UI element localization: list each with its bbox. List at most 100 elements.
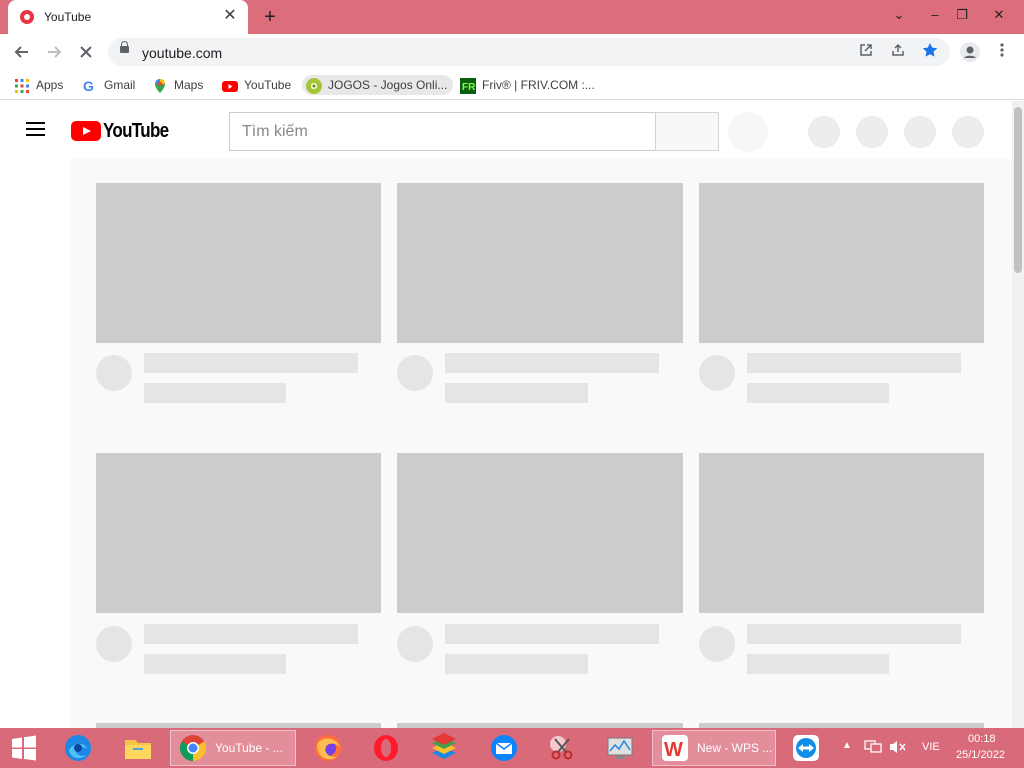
bookmarks-bar: Apps G Gmail Maps YouTube JOGOS - Jogos O…: [0, 70, 1024, 100]
taskbar-firefox[interactable]: [306, 730, 350, 766]
youtube-logo-text: YouTube: [103, 120, 169, 142]
video-meta-placeholder: [144, 383, 286, 403]
svg-text:W: W: [664, 739, 683, 761]
clock-time[interactable]: 00:18: [968, 733, 996, 745]
youtube-play-icon: [71, 121, 101, 141]
bookmark-apps[interactable]: Apps: [14, 75, 63, 95]
video-meta-placeholder: [445, 654, 588, 674]
bookmark-star-icon[interactable]: [920, 42, 940, 62]
volume-muted-icon[interactable]: [888, 739, 906, 758]
video-thumbnail-placeholder[interactable]: [96, 183, 381, 343]
video-thumbnail-placeholder[interactable]: [699, 183, 984, 343]
bookmark-label: YouTube: [244, 78, 292, 92]
start-button[interactable]: [2, 730, 46, 766]
voice-search-placeholder[interactable]: [728, 112, 768, 152]
stop-loading-button[interactable]: [72, 38, 100, 66]
url-text: youtube.com: [142, 45, 223, 61]
browser-tab-youtube[interactable]: YouTube ✕: [8, 0, 248, 34]
share-icon[interactable]: [888, 42, 908, 62]
header-icon-placeholder[interactable]: [856, 116, 888, 148]
input-language-indicator[interactable]: VIE: [922, 741, 940, 753]
taskbar-bluestacks[interactable]: [422, 730, 466, 766]
taskbar-window-label: New - WPS ...: [697, 741, 773, 755]
channel-avatar-placeholder[interactable]: [397, 626, 433, 662]
channel-avatar-placeholder[interactable]: [397, 355, 433, 391]
page-scrollbar[interactable]: [1012, 101, 1024, 728]
hamburger-menu-icon[interactable]: [26, 122, 46, 138]
channel-avatar-placeholder[interactable]: [699, 355, 735, 391]
open-in-app-icon[interactable]: [856, 42, 876, 62]
close-icon: [80, 46, 92, 58]
bookmark-maps[interactable]: Maps: [152, 75, 203, 95]
taskbar-chrome-window[interactable]: YouTube - ...: [170, 730, 296, 766]
taskbar-thunderbird[interactable]: [482, 730, 526, 766]
header-icon-placeholder[interactable]: [904, 116, 936, 148]
monitor-chart-icon: [607, 737, 633, 759]
forward-button[interactable]: [40, 38, 68, 66]
bookmark-label: JOGOS - Jogos Onli...: [328, 78, 448, 92]
channel-avatar-placeholder[interactable]: [96, 626, 132, 662]
edge-browser-icon: [65, 735, 91, 761]
windows-logo-icon: [12, 735, 36, 761]
wps-office-icon: W: [662, 735, 688, 761]
browser-title-bar: YouTube ✕ + ⌄ – ❐ ✕: [0, 0, 1024, 34]
teamviewer-icon: [793, 735, 819, 761]
taskbar-task-manager[interactable]: [598, 730, 642, 766]
header-icon-placeholder[interactable]: [808, 116, 840, 148]
tab-close-button[interactable]: ✕: [220, 6, 240, 26]
video-title-placeholder: [144, 624, 358, 644]
taskbar-wps-window[interactable]: W New - WPS ...: [652, 730, 776, 766]
mail-client-icon: [491, 735, 517, 761]
profile-avatar-icon[interactable]: [960, 42, 980, 62]
bookmark-label: Apps: [36, 78, 64, 92]
header-icon-placeholder[interactable]: [952, 116, 984, 148]
clock-date[interactable]: 25/1/2022: [956, 749, 1005, 761]
bookmark-gmail[interactable]: G Gmail: [82, 75, 135, 95]
svg-text:G: G: [83, 78, 94, 94]
address-bar[interactable]: youtube.com: [108, 38, 950, 66]
windows-taskbar: YouTube - ... W New - WPS ... ▲ VIE 00:1…: [0, 728, 1024, 768]
video-grid-skeleton: [71, 159, 1012, 728]
video-thumbnail-placeholder[interactable]: [397, 453, 683, 613]
back-button[interactable]: [8, 38, 36, 66]
close-window-button[interactable]: ✕: [982, 0, 1016, 30]
map-pin-icon: [155, 78, 165, 93]
firefox-icon: [315, 735, 341, 761]
channel-avatar-placeholder[interactable]: [699, 626, 735, 662]
network-icon[interactable]: [864, 739, 882, 758]
bookmark-youtube[interactable]: YouTube: [222, 75, 291, 95]
youtube-favicon-icon: [20, 10, 34, 24]
youtube-play-icon: [222, 80, 238, 92]
video-thumbnail-placeholder[interactable]: [699, 453, 984, 613]
taskbar-snipping-tool[interactable]: [540, 730, 584, 766]
search-input[interactable]: [230, 113, 656, 150]
scrollbar-thumb[interactable]: [1014, 107, 1022, 273]
taskbar-file-explorer[interactable]: [116, 730, 160, 766]
friv-icon: FR: [460, 77, 476, 94]
taskbar-edge[interactable]: [56, 730, 100, 766]
video-title-placeholder: [445, 353, 659, 373]
video-title-placeholder: [144, 353, 358, 373]
taskbar-opera[interactable]: [364, 730, 408, 766]
taskbar-window-label: YouTube - ...: [215, 741, 283, 755]
video-meta-placeholder: [144, 654, 286, 674]
lock-icon: [120, 41, 129, 53]
video-title-placeholder: [445, 624, 659, 644]
more-menu-icon[interactable]: [992, 42, 1012, 62]
restore-button[interactable]: ❐: [945, 0, 979, 30]
search-button[interactable]: [655, 112, 719, 151]
show-hidden-icons-button[interactable]: ▲: [842, 740, 852, 751]
channel-avatar-placeholder[interactable]: [96, 355, 132, 391]
new-tab-button[interactable]: +: [258, 5, 282, 29]
opera-icon: [374, 735, 398, 761]
search-box: [229, 112, 656, 151]
bookmark-jogos[interactable]: JOGOS - Jogos Onli...: [302, 75, 454, 95]
arrow-left-icon: [14, 46, 28, 58]
bluestacks-icon: [432, 733, 456, 759]
bookmark-friv[interactable]: FR Friv® | FRIV.COM :...: [460, 75, 595, 95]
game-controller-icon: [306, 77, 322, 94]
video-thumbnail-placeholder[interactable]: [96, 453, 381, 613]
taskbar-teamviewer[interactable]: [784, 730, 828, 766]
tab-search-button[interactable]: ⌄: [882, 0, 916, 30]
video-thumbnail-placeholder[interactable]: [397, 183, 683, 343]
